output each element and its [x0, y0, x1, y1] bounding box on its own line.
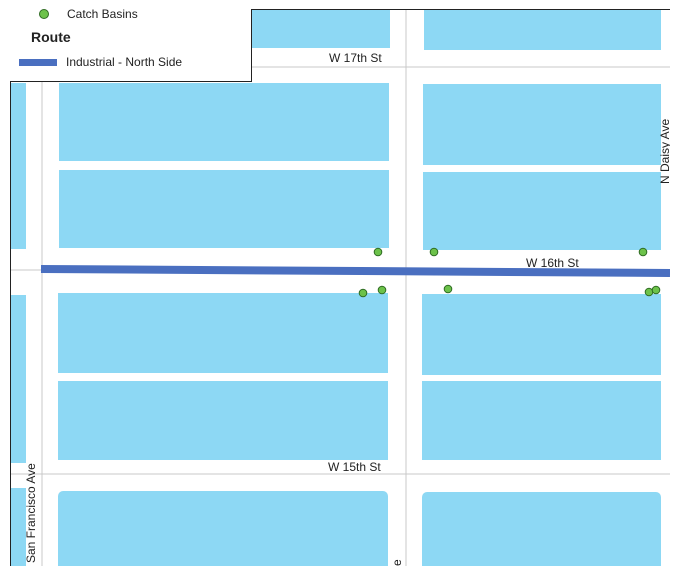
- street-label-w17: W 17th St: [329, 51, 382, 65]
- catch-basin-marker[interactable]: [443, 284, 453, 294]
- street-label-w16: W 16th St: [526, 256, 579, 270]
- city-block: [423, 84, 661, 165]
- city-block: [59, 170, 389, 248]
- city-block: [58, 491, 388, 566]
- legend-label-route: Industrial - North Side: [66, 55, 183, 69]
- catch-basin-marker[interactable]: [651, 285, 661, 295]
- legend-row-route: Industrial - North Side: [10, 55, 182, 69]
- city-block: [424, 10, 661, 50]
- city-block: [58, 293, 388, 373]
- catch-basin-marker[interactable]: [373, 247, 383, 257]
- map-canvas[interactable]: W 17th St W 16th St W 15th St N Daisy Av…: [11, 10, 670, 566]
- city-block: [59, 83, 389, 161]
- city-block: [422, 294, 661, 375]
- catch-basin-marker[interactable]: [644, 287, 654, 297]
- city-block: [422, 492, 661, 566]
- map-frame[interactable]: W 17th St W 16th St W 15th St N Daisy Av…: [10, 9, 670, 566]
- catch-basin-marker[interactable]: [638, 247, 648, 257]
- street-label-w15: W 15th St: [328, 460, 381, 474]
- catch-basin-marker[interactable]: [429, 247, 439, 257]
- city-block: [58, 381, 388, 460]
- street-label-san-francisco: San Francisco Ave: [24, 463, 38, 563]
- legend-label-catch-basins: Catch Basins: [67, 7, 138, 21]
- city-block: [422, 381, 661, 460]
- map-legend: Catch Basins Route Industrial - North Si…: [10, 7, 252, 82]
- catch-basin-marker[interactable]: [358, 288, 368, 298]
- catch-basin-marker[interactable]: [377, 285, 387, 295]
- legend-title-route: Route: [31, 29, 71, 45]
- street-label-n-daisy: N Daisy Ave: [658, 119, 670, 184]
- catch-basin-icon: [39, 9, 49, 19]
- city-block: [423, 172, 661, 250]
- route-line-icon: [19, 58, 57, 66]
- city-block: [11, 295, 26, 463]
- city-block: [11, 83, 26, 249]
- legend-row-catch-basins: Catch Basins: [10, 7, 138, 21]
